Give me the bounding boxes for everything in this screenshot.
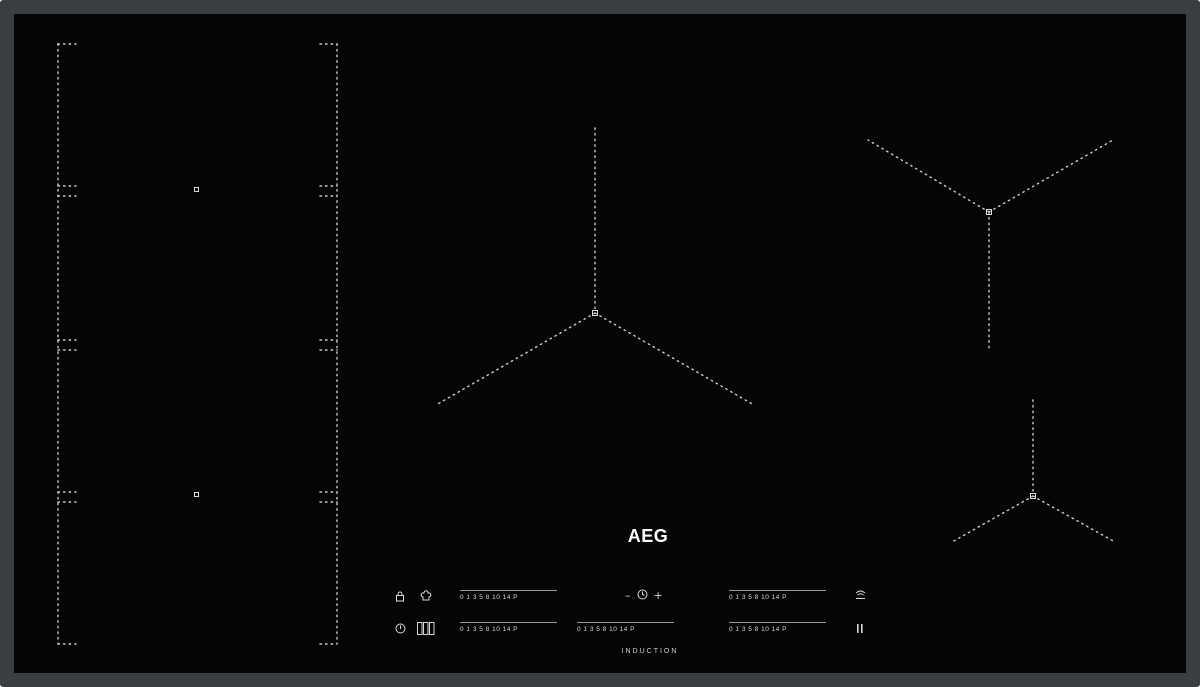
clock-icon[interactable] — [637, 589, 648, 602]
slider-track — [460, 622, 557, 623]
slider-scale: 0 1 3 5 8 10 14 P — [577, 626, 636, 633]
brand-logo: AEG — [627, 526, 669, 546]
flex-zone-left — [57, 43, 338, 645]
zone-marker — [194, 187, 199, 192]
power-slider-bottom-right[interactable]: 0 1 3 5 8 10 14 P — [729, 622, 826, 638]
slider-scale: 0 1 3 5 8 10 14 P — [729, 594, 788, 601]
pause-icon[interactable] — [854, 623, 866, 637]
zone-bottom-right — [951, 399, 1116, 543]
power-slider-flex-rear[interactable]: 0 1 3 5 8 10 14 P — [460, 622, 557, 638]
slider-scale: 0 1 3 5 8 10 14 P — [460, 626, 519, 633]
segment-display-icon — [416, 622, 436, 638]
cooking-zones — [57, 43, 1116, 645]
slider-scale: 0 1 3 5 8 10 14 P — [729, 626, 788, 633]
timer-minus-button[interactable]: – — [625, 589, 631, 602]
timer-plus-button[interactable]: + — [654, 589, 663, 602]
slider-track — [729, 622, 826, 623]
power-slider-center[interactable]: 0 1 3 5 8 10 14 P — [577, 622, 674, 638]
induction-label: INDUCTION — [621, 648, 679, 655]
zone-marker — [194, 492, 199, 497]
zone-center — [435, 127, 755, 406]
slider-track — [729, 590, 826, 591]
zone-top-right — [867, 139, 1114, 353]
power-slider-top-right[interactable]: 0 1 3 5 8 10 14 P — [729, 590, 826, 606]
hob2hood-icon[interactable] — [854, 589, 866, 604]
timer-controls: – + — [622, 589, 666, 602]
slider-track — [577, 622, 674, 623]
lock-icon[interactable] — [394, 591, 406, 605]
slider-track — [460, 590, 557, 591]
chef-hat-icon[interactable] — [419, 590, 433, 605]
power-icon[interactable] — [394, 623, 406, 637]
power-slider-flex-front[interactable]: 0 1 3 5 8 10 14 P — [460, 590, 557, 606]
slider-scale: 0 1 3 5 8 10 14 P — [460, 594, 519, 601]
